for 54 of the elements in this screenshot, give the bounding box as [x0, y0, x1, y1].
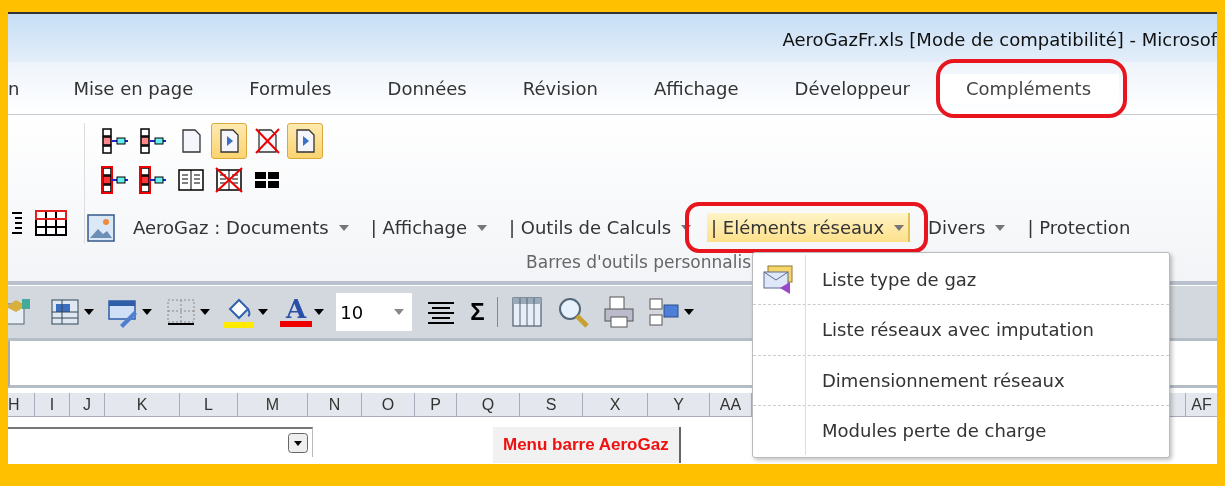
- crossed-columns-icon: [214, 165, 244, 195]
- sheet-button[interactable]: [509, 295, 544, 329]
- group-label: Barres d'outils personnalis: [526, 252, 751, 274]
- menu-button[interactable]: | Affichage: [366, 213, 491, 242]
- ribbon-tab[interactable]: Données: [359, 73, 495, 103]
- menu-button[interactable]: | Eléments réseaux: [707, 213, 911, 242]
- column-header[interactable]: AF: [1185, 393, 1217, 416]
- column-header[interactable]: S: [520, 393, 583, 416]
- column-header[interactable]: H: [8, 393, 35, 416]
- sheet-icon: [509, 295, 544, 329]
- column-header[interactable]: K: [105, 393, 180, 416]
- caret-icon: [394, 309, 405, 315]
- ribbon-tab[interactable]: n: [8, 73, 46, 103]
- menu-button[interactable]: | Protection: [1023, 213, 1135, 242]
- table-icon[interactable]: [34, 208, 68, 238]
- column-arrow-icon: [100, 165, 130, 195]
- menu-item[interactable]: Dimensionnement réseaux: [753, 355, 1169, 406]
- column-header[interactable]: O: [362, 393, 415, 416]
- combo-box[interactable]: [8, 427, 313, 457]
- menu-item[interactable]: Liste type de gaz: [753, 255, 1169, 306]
- menu-item[interactable]: Liste réseaux avec imputation: [753, 305, 1169, 356]
- row-arrow-icon: [138, 126, 168, 156]
- ribbon-tab[interactable]: Développeur: [766, 73, 938, 103]
- column-header[interactable]: J: [70, 393, 105, 416]
- font-color-button[interactable]: A: [280, 297, 325, 327]
- sum-button[interactable]: Σ: [470, 295, 485, 329]
- column-header[interactable]: P: [415, 393, 457, 416]
- window-title: AeroGazFr.xls [Mode de compatibilité] - Microsof: [782, 27, 1217, 50]
- ribbon-tab[interactable]: Formules: [221, 73, 360, 103]
- column-header[interactable]: Q: [457, 393, 520, 416]
- font-size-field[interactable]: 10: [336, 293, 413, 331]
- menu-item[interactable]: Modules perte de charge: [753, 405, 1169, 455]
- menu-button[interactable]: AeroGaz : Documents: [129, 213, 353, 242]
- column-header[interactable]: I: [35, 393, 70, 416]
- printer-icon: [601, 295, 636, 329]
- column-header[interactable]: L: [180, 393, 238, 416]
- layout-icon: [647, 295, 682, 329]
- ribbon-tab[interactable]: Compléments: [937, 73, 1120, 103]
- print-button[interactable]: [601, 295, 636, 329]
- layout-button[interactable]: [647, 295, 694, 329]
- ribbon-tab[interactable]: Affichage: [625, 73, 767, 103]
- column-header[interactable]: M: [238, 393, 308, 416]
- picture-icon[interactable]: [87, 213, 115, 242]
- menu-button[interactable]: Divers: [924, 213, 1010, 242]
- crossed-page-icon: [252, 126, 282, 156]
- column-header[interactable]: N: [308, 393, 362, 416]
- ribbon-tab[interactable]: Mise en page: [45, 73, 222, 103]
- column-header[interactable]: X: [583, 393, 648, 416]
- column-arrow-icon: [138, 165, 168, 195]
- column-header[interactable]: Y: [648, 393, 710, 416]
- macro-button[interactable]: Menu barre AeroGaz: [493, 427, 681, 463]
- ribbon-tab[interactable]: Révision: [494, 73, 626, 103]
- row-arrow-icon: [100, 126, 130, 156]
- envelopes-icon: [762, 263, 796, 296]
